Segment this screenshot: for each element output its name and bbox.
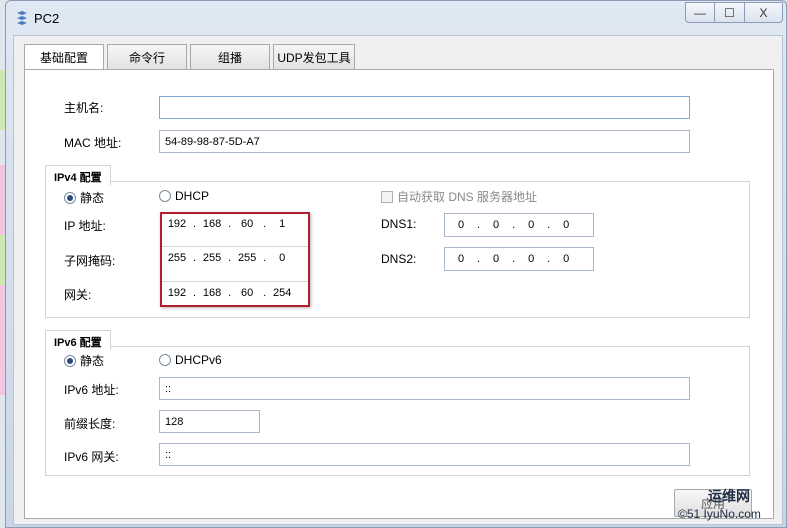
watermark-top: 运维网: [708, 488, 750, 504]
dns1-field[interactable]: 0. 0. 0. 0: [444, 213, 594, 237]
ipv4-dhcp-radio[interactable]: DHCP: [159, 189, 209, 203]
dns1-octet: 0: [528, 219, 535, 231]
prefix-length-label: 前缀长度:: [64, 417, 116, 431]
hostname-label: 主机名:: [64, 101, 104, 115]
dns2-label: DNS2:: [381, 252, 417, 266]
watermark: 运维网 ©51 IyuNo.com: [678, 485, 773, 525]
dns1-label: DNS1:: [381, 217, 417, 231]
minimize-icon: —: [694, 5, 706, 20]
checkbox-icon: [381, 190, 393, 203]
ipv6-gateway-label: IPv6 网关:: [64, 450, 119, 464]
ipv6-dhcp-radio[interactable]: DHCPv6: [159, 353, 222, 367]
ipv6-address-label: IPv6 地址:: [64, 383, 119, 397]
ipv6-address-input[interactable]: ::: [159, 377, 690, 400]
hostname-input[interactable]: [159, 96, 690, 119]
dhcpv6-label: DHCPv6: [175, 353, 222, 367]
highlight-box: [160, 212, 310, 307]
mac-label: MAC 地址:: [64, 136, 122, 150]
dns2-octet: 0: [563, 253, 570, 265]
tab-udp-tool[interactable]: UDP发包工具: [273, 44, 355, 69]
ipv6-static-radio[interactable]: 静态: [64, 352, 104, 369]
tab-bar: 基础配置 命令行 组播 UDP发包工具: [24, 44, 355, 70]
radio-selected-icon: [64, 354, 76, 367]
prefix-length-input[interactable]: 128: [159, 410, 260, 433]
auto-dns-label: 自动获取 DNS 服务器地址: [397, 190, 538, 204]
dns2-octet: 0: [457, 253, 465, 265]
dns1-octet: 0: [563, 219, 570, 231]
gateway-label: 网关:: [64, 288, 92, 302]
maximize-icon: ☐: [724, 5, 735, 20]
radio-icon: [159, 190, 171, 202]
dns2-octet: 0: [528, 253, 535, 265]
window-title: PC2: [34, 11, 60, 26]
mac-address-field[interactable]: 54-89-98-87-5D-A7: [159, 130, 690, 153]
radio-icon: [159, 354, 171, 366]
title-bar[interactable]: PC2: [6, 1, 786, 33]
radio-selected-icon: [64, 191, 76, 204]
ipv6-group-title: IPv6 配置: [45, 330, 111, 350]
minimize-button[interactable]: —: [685, 2, 715, 23]
dhcp-label: DHCP: [175, 189, 210, 203]
auto-dns-checkbox[interactable]: 自动获取 DNS 服务器地址: [381, 188, 537, 205]
dns2-field[interactable]: 0. 0. 0. 0: [444, 247, 594, 271]
static-label: 静态: [80, 354, 105, 368]
close-icon: X: [759, 5, 768, 20]
ipv6-gateway-input[interactable]: ::: [159, 443, 690, 466]
pc-app-icon: [17, 11, 27, 25]
tab-multicast[interactable]: 组播: [190, 44, 270, 69]
watermark-bottom: ©51 IyuNo.com: [678, 507, 761, 521]
ip-address-label: IP 地址:: [64, 219, 106, 233]
dns1-octet: 0: [493, 219, 500, 231]
static-label: 静态: [80, 191, 105, 205]
ipv4-static-radio[interactable]: 静态: [64, 189, 104, 206]
tab-basic-config[interactable]: 基础配置: [24, 44, 104, 70]
tab-command-line[interactable]: 命令行: [107, 44, 187, 69]
subnet-mask-label: 子网掩码:: [64, 254, 116, 268]
dns2-octet: 0: [493, 253, 500, 265]
pc-config-window: PC2 — ☐ X 基础配置 命令行 组播 UDP发包工具 主机名: MAC 地…: [5, 0, 787, 528]
close-button[interactable]: X: [745, 2, 783, 23]
maximize-button[interactable]: ☐: [715, 2, 745, 23]
ipv4-group-title: IPv4 配置: [45, 165, 111, 185]
dns1-octet: 0: [457, 219, 465, 231]
